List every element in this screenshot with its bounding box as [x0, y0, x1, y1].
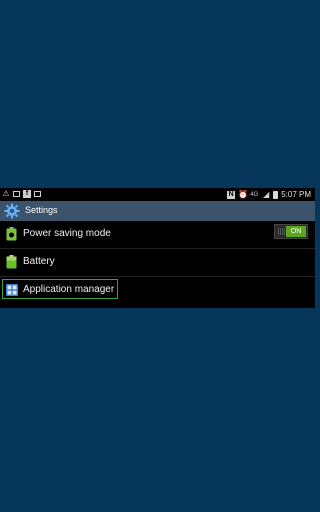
4g-icon: 4G: [250, 191, 259, 198]
power-saving-icon: [6, 227, 17, 241]
application-grid-icon: [6, 284, 18, 296]
media-icon: [13, 191, 20, 197]
power-saving-mode-row[interactable]: Power saving mode ON: [0, 221, 315, 249]
power-saving-toggle[interactable]: ON: [274, 224, 308, 239]
battery-label: Battery: [23, 256, 55, 267]
toggle-grip-icon: [278, 228, 286, 235]
warning-icon: ⚠: [2, 189, 10, 198]
page-title: Settings: [25, 205, 58, 215]
signal-icon: ◢: [263, 189, 270, 199]
mail-icon: [34, 191, 41, 197]
application-manager-label: Application manager: [23, 284, 115, 295]
battery-icon: [273, 190, 279, 199]
facebook-icon: f: [23, 190, 31, 198]
application-manager-row[interactable]: Application manager: [0, 277, 315, 304]
action-bar: Settings: [0, 201, 315, 221]
toggle-on-label: ON: [286, 226, 306, 237]
battery-row[interactable]: Battery: [0, 249, 315, 277]
battery-icon: [6, 255, 17, 269]
phone-screen: ⚠ f N ⏰ 4G ◢ 5:07 PM Settings Power savi…: [0, 188, 315, 308]
status-bar: ⚠ f N ⏰ 4G ◢ 5:07 PM: [0, 188, 315, 201]
settings-gear-icon[interactable]: [4, 203, 20, 219]
power-saving-mode-label: Power saving mode: [23, 228, 111, 239]
alarm-icon: ⏰: [238, 189, 249, 199]
status-time: 5:07 PM: [281, 190, 311, 199]
nfc-icon: N: [227, 190, 236, 199]
